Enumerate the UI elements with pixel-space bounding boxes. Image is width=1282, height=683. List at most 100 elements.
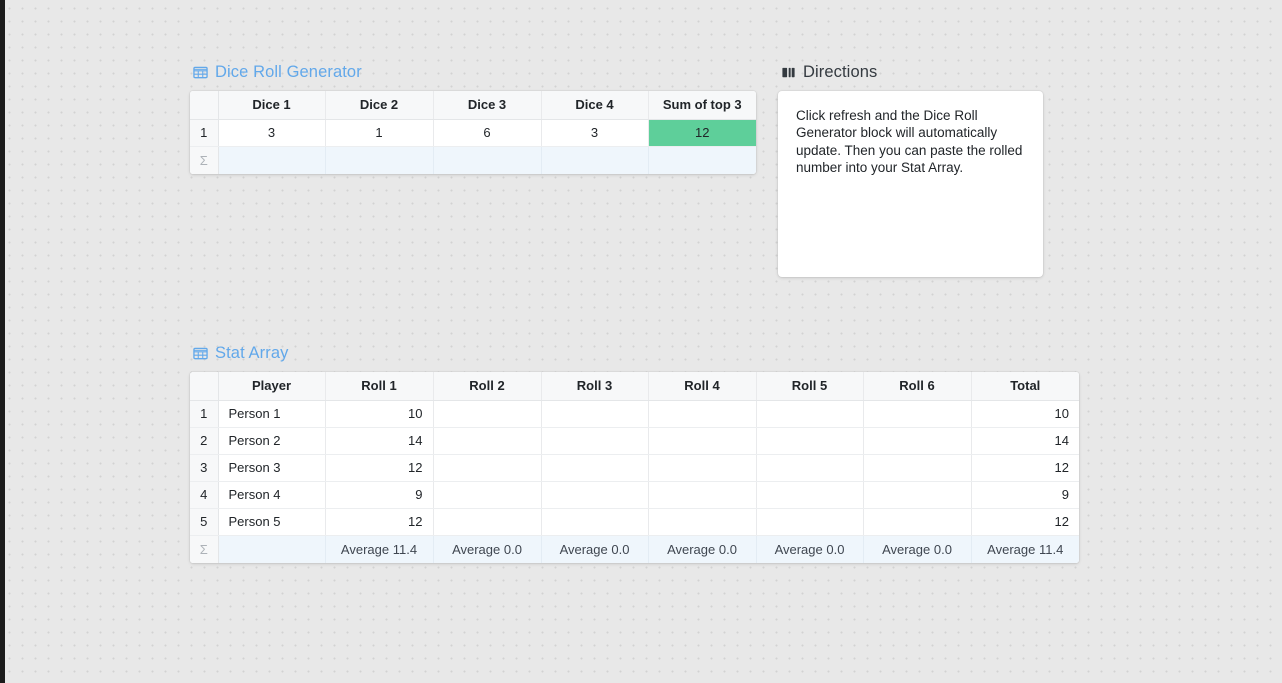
cell-roll-1[interactable]: 10 (325, 400, 434, 428)
cell-total[interactable]: 12 (971, 508, 1079, 536)
dice-roll-generator-block: Dice Roll Generator Dice 1 Dice 2 Dice 3… (190, 62, 756, 174)
summary-row-number: Σ (190, 535, 219, 563)
cell-roll-3[interactable] (541, 481, 649, 509)
cell-total[interactable]: 9 (971, 481, 1079, 509)
table-row[interactable]: 1 3 1 6 3 12 (190, 119, 756, 147)
cell-player[interactable]: Person 1 (218, 400, 326, 428)
column-header[interactable]: Roll 6 (863, 372, 972, 401)
cell-roll-1[interactable]: 12 (325, 508, 434, 536)
cell-roll-1[interactable]: 12 (325, 454, 434, 482)
cell-roll-3[interactable] (541, 427, 649, 455)
column-header[interactable]: Dice 3 (433, 91, 542, 120)
cell-roll-3[interactable] (541, 400, 649, 428)
summary-cell-roll-3[interactable]: Average 0.0 (541, 534, 649, 563)
cell-roll-5[interactable] (756, 454, 864, 482)
cell-roll-2[interactable] (433, 427, 542, 455)
summary-cell-roll-2[interactable]: Average 0.0 (433, 534, 542, 563)
block-title-label: Stat Array (215, 343, 289, 362)
cell-dice-4[interactable]: 3 (541, 119, 649, 147)
summary-cell[interactable] (648, 146, 756, 174)
corner-cell (190, 372, 219, 401)
cell-roll-6[interactable] (863, 427, 972, 455)
cell-dice-1[interactable]: 3 (218, 119, 326, 147)
cell-roll-5[interactable] (756, 427, 864, 455)
cell-player[interactable]: Person 2 (218, 427, 326, 455)
stat-array-table[interactable]: Player Roll 1 Roll 2 Roll 3 Roll 4 Roll … (190, 372, 1079, 563)
column-header[interactable]: Sum of top 3 (648, 91, 756, 120)
summary-cell[interactable] (325, 146, 434, 174)
cell-roll-6[interactable] (863, 454, 972, 482)
summary-cell-roll-4[interactable]: Average 0.0 (648, 534, 757, 563)
directions-block: Directions Click refresh and the Dice Ro… (778, 62, 1043, 277)
cell-roll-3[interactable] (541, 508, 649, 536)
cell-roll-5[interactable] (756, 508, 864, 536)
summary-cell[interactable] (218, 146, 326, 174)
column-header[interactable]: Dice 4 (541, 91, 649, 120)
column-header[interactable]: Roll 5 (756, 372, 864, 401)
table-row[interactable]: 5 Person 5 12 12 (190, 508, 1079, 536)
column-header[interactable]: Roll 4 (648, 372, 757, 401)
cell-player[interactable]: Person 4 (218, 481, 326, 509)
row-number: 4 (190, 481, 219, 509)
book-icon (781, 65, 796, 80)
block-title-label: Directions (803, 62, 878, 81)
cell-roll-4[interactable] (648, 454, 757, 482)
column-header[interactable]: Roll 1 (325, 372, 434, 401)
cell-roll-5[interactable] (756, 481, 864, 509)
cell-roll-5[interactable] (756, 400, 864, 428)
column-header[interactable]: Total (971, 372, 1079, 401)
summary-cell[interactable] (433, 146, 542, 174)
dice-table-header-row: Dice 1 Dice 2 Dice 3 Dice 4 Sum of top 3 (190, 91, 756, 120)
cell-roll-2[interactable] (433, 508, 542, 536)
column-header[interactable]: Roll 2 (433, 372, 542, 401)
cell-total[interactable]: 10 (971, 400, 1079, 428)
column-header[interactable]: Player (218, 372, 326, 401)
cell-roll-4[interactable] (648, 481, 757, 509)
cell-player[interactable]: Person 3 (218, 454, 326, 482)
table-row[interactable]: 2 Person 2 14 14 (190, 427, 1079, 455)
table-icon (193, 65, 208, 80)
column-header[interactable]: Dice 2 (325, 91, 434, 120)
summary-cell-roll-6[interactable]: Average 0.0 (863, 534, 972, 563)
cell-roll-4[interactable] (648, 508, 757, 536)
dice-table-card: Dice 1 Dice 2 Dice 3 Dice 4 Sum of top 3… (190, 91, 756, 174)
row-number: 5 (190, 508, 219, 536)
cell-sum-of-top-3[interactable]: 12 (648, 119, 756, 147)
cell-total[interactable]: 14 (971, 427, 1079, 455)
cell-player[interactable]: Person 5 (218, 508, 326, 536)
cell-roll-2[interactable] (433, 454, 542, 482)
dice-table[interactable]: Dice 1 Dice 2 Dice 3 Dice 4 Sum of top 3… (190, 91, 756, 174)
stat-array-title[interactable]: Stat Array (190, 343, 1079, 363)
stat-table-card: Player Roll 1 Roll 2 Roll 3 Roll 4 Roll … (190, 372, 1079, 563)
cell-roll-6[interactable] (863, 400, 972, 428)
directions-text-card[interactable]: Click refresh and the Dice Roll Generato… (778, 91, 1043, 277)
corner-cell (190, 91, 219, 120)
column-header[interactable]: Roll 3 (541, 372, 649, 401)
summary-row: Σ Average 11.4 Average 0.0 Average 0.0 A… (190, 534, 1079, 563)
cell-total[interactable]: 12 (971, 454, 1079, 482)
dice-roll-generator-title[interactable]: Dice Roll Generator (190, 62, 756, 82)
summary-cell-total[interactable]: Average 11.4 (971, 534, 1079, 563)
column-header[interactable]: Dice 1 (218, 91, 326, 120)
row-number: 1 (190, 400, 219, 428)
summary-cell-roll-1[interactable]: Average 11.4 (325, 534, 434, 563)
stat-table-header-row: Player Roll 1 Roll 2 Roll 3 Roll 4 Roll … (190, 372, 1079, 401)
table-row[interactable]: 1 Person 1 10 10 (190, 400, 1079, 428)
cell-roll-3[interactable] (541, 454, 649, 482)
cell-roll-6[interactable] (863, 481, 972, 509)
cell-dice-2[interactable]: 1 (325, 119, 434, 147)
summary-cell-player[interactable] (218, 534, 326, 563)
cell-roll-1[interactable]: 14 (325, 427, 434, 455)
cell-roll-1[interactable]: 9 (325, 481, 434, 509)
directions-title[interactable]: Directions (778, 62, 1043, 82)
table-row[interactable]: 4 Person 4 9 9 (190, 481, 1079, 509)
table-row[interactable]: 3 Person 3 12 12 (190, 454, 1079, 482)
cell-roll-6[interactable] (863, 508, 972, 536)
cell-dice-3[interactable]: 6 (433, 119, 542, 147)
summary-cell-roll-5[interactable]: Average 0.0 (756, 534, 864, 563)
cell-roll-4[interactable] (648, 400, 757, 428)
cell-roll-4[interactable] (648, 427, 757, 455)
cell-roll-2[interactable] (433, 400, 542, 428)
cell-roll-2[interactable] (433, 481, 542, 509)
summary-cell[interactable] (541, 146, 649, 174)
